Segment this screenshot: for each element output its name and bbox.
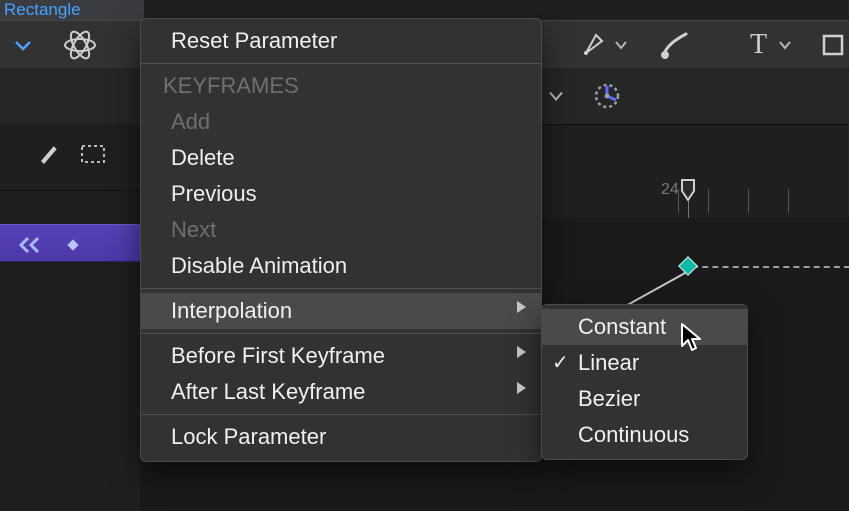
text-tool-dropdown[interactable] [778, 40, 792, 50]
menu-label: Constant [578, 314, 666, 339]
rect-tool-icon[interactable] [822, 34, 844, 56]
menu-before-first-keyframe[interactable]: Before First Keyframe [141, 338, 541, 374]
menu-label: Next [171, 217, 216, 242]
menu-keyframe-delete[interactable]: Delete [141, 140, 541, 176]
object-title-label: Rectangle [4, 0, 81, 19]
menu-separator [141, 63, 541, 64]
nav-back-icon[interactable] [18, 234, 42, 260]
menu-label: Interpolation [171, 298, 292, 323]
ruler-tick [788, 189, 789, 213]
timing-dropdown[interactable] [548, 91, 564, 102]
menu-keyframe-previous[interactable]: Previous [141, 176, 541, 212]
interpolation-submenu: Constant ✓ Linear Bezier Continuous [541, 304, 748, 460]
menu-label: Linear [578, 350, 639, 375]
menu-label: Lock Parameter [171, 424, 326, 449]
parameter-lane-header[interactable] [0, 224, 140, 262]
text-tool-label: T [750, 29, 767, 60]
menu-label: Bezier [578, 386, 640, 411]
track-header [0, 124, 140, 191]
timing-curve-icon[interactable] [592, 81, 622, 111]
text-tool-icon[interactable]: T [750, 29, 767, 61]
menu-keyframe-next: Next [141, 212, 541, 248]
menu-label: Disable Animation [171, 253, 347, 278]
menu-label: Add [171, 109, 210, 134]
submenu-bezier[interactable]: Bezier [542, 381, 747, 417]
parameter-context-menu: Reset Parameter KEYFRAMES Add Delete Pre… [140, 18, 542, 462]
submenu-arrow-icon [515, 293, 527, 329]
menu-section-label: KEYFRAMES [163, 73, 299, 98]
menu-disable-animation[interactable]: Disable Animation [141, 248, 541, 284]
submenu-arrow-icon [515, 374, 527, 410]
playhead-icon[interactable] [680, 179, 696, 201]
ruler-tick-label: 24 [661, 181, 679, 199]
submenu-arrow-icon [515, 338, 527, 374]
menu-label: Continuous [578, 422, 689, 447]
menu-section-keyframes: KEYFRAMES [141, 68, 541, 104]
ruler-tick [678, 189, 679, 213]
menu-label: Reset Parameter [171, 28, 337, 53]
menu-label: Delete [171, 145, 235, 170]
ruler-tick [748, 189, 749, 213]
submenu-linear[interactable]: ✓ Linear [542, 345, 747, 381]
object-title-tab[interactable]: Rectangle [0, 0, 144, 20]
brush-tool-icon[interactable] [660, 30, 690, 60]
submenu-continuous[interactable]: Continuous [542, 417, 747, 453]
menu-separator [141, 333, 541, 334]
replicator-icon[interactable] [60, 25, 100, 65]
keyframe-marker-icon[interactable] [64, 234, 82, 260]
menu-label: Previous [171, 181, 257, 206]
menu-after-last-keyframe[interactable]: After Last Keyframe [141, 374, 541, 410]
value-guide-line [682, 266, 849, 268]
check-icon: ✓ [552, 345, 569, 381]
menu-label: Before First Keyframe [171, 343, 385, 368]
menu-lock-parameter[interactable]: Lock Parameter [141, 419, 541, 455]
ruler-tick [708, 189, 709, 213]
menu-keyframe-add: Add [141, 104, 541, 140]
pen-tool-icon[interactable] [580, 31, 608, 59]
pen-tool-dropdown[interactable] [614, 40, 628, 50]
menu-label: After Last Keyframe [171, 379, 365, 404]
toolbar-expand-dropdown[interactable] [14, 39, 32, 51]
menu-reset-parameter[interactable]: Reset Parameter [141, 23, 541, 59]
menu-separator [141, 288, 541, 289]
menu-separator [141, 414, 541, 415]
menu-interpolation[interactable]: Interpolation [141, 293, 541, 329]
submenu-constant[interactable]: Constant [542, 309, 747, 345]
